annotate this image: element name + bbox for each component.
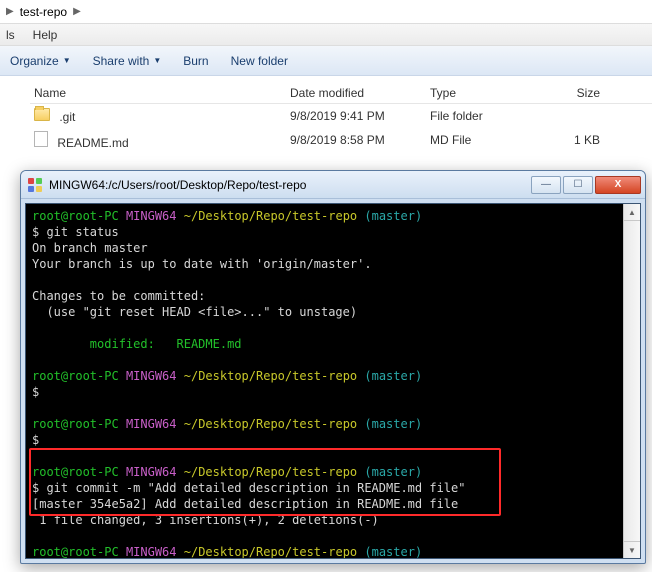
window-buttons: — ☐ X: [531, 176, 641, 194]
column-headers[interactable]: Name Date modified Type Size: [30, 82, 652, 104]
chevron-down-icon: ▼: [153, 56, 161, 65]
terminal-output[interactable]: root@root-PC MINGW64 ~/Desktop/Repo/test…: [26, 204, 623, 558]
toolbar: Organize ▼ Share with ▼ Burn New folder: [0, 46, 652, 76]
col-type[interactable]: Type: [430, 86, 530, 100]
col-size[interactable]: Size: [530, 86, 610, 100]
file-list: Name Date modified Type Size .git 9/8/20…: [0, 76, 652, 152]
terminal-title: MINGW64:/c/Users/root/Desktop/Repo/test-…: [49, 178, 531, 192]
scroll-down-icon[interactable]: ▼: [624, 541, 640, 558]
terminal-scrollbar[interactable]: ▲ ▼: [623, 204, 640, 558]
toolbar-label: Organize: [10, 54, 59, 68]
close-button[interactable]: X: [595, 176, 641, 194]
toolbar-organize[interactable]: Organize ▼: [10, 54, 71, 68]
terminal-body[interactable]: root@root-PC MINGW64 ~/Desktop/Repo/test…: [25, 203, 641, 559]
menu-help[interactable]: Help: [33, 28, 58, 42]
maximize-button[interactable]: ☐: [563, 176, 593, 194]
table-row[interactable]: README.md 9/8/2019 8:58 PM MD File 1 KB: [30, 128, 652, 152]
toolbar-burn[interactable]: Burn: [183, 54, 208, 68]
folder-icon: [34, 108, 50, 121]
col-date[interactable]: Date modified: [290, 86, 430, 100]
minimize-button[interactable]: —: [531, 176, 561, 194]
toolbar-share[interactable]: Share with ▼: [93, 54, 162, 68]
file-name: README.md: [57, 136, 128, 150]
breadcrumb-current[interactable]: test-repo: [20, 5, 67, 19]
file-date: 9/8/2019 8:58 PM: [290, 133, 430, 147]
chevron-down-icon: ▼: [63, 56, 71, 65]
address-bar[interactable]: ▶ test-repo ▶: [0, 0, 652, 24]
col-name[interactable]: Name: [30, 86, 290, 100]
menu-item[interactable]: ls: [6, 28, 15, 42]
terminal-window: MINGW64:/c/Users/root/Desktop/Repo/test-…: [20, 170, 646, 564]
file-date: 9/8/2019 9:41 PM: [290, 109, 430, 123]
table-row[interactable]: .git 9/8/2019 9:41 PM File folder: [30, 104, 652, 128]
menu-bar: ls Help: [0, 24, 652, 46]
file-type: MD File: [430, 133, 530, 147]
mingw-icon: [27, 177, 43, 193]
scroll-up-icon[interactable]: ▲: [624, 204, 640, 221]
file-name: .git: [59, 110, 75, 124]
file-type: File folder: [430, 109, 530, 123]
toolbar-label: Share with: [93, 54, 150, 68]
breadcrumb-arrow-icon: ▶: [6, 6, 14, 17]
toolbar-new-folder[interactable]: New folder: [231, 54, 288, 68]
breadcrumb-arrow-icon: ▶: [73, 6, 81, 17]
file-size: 1 KB: [530, 133, 610, 147]
file-icon: [34, 131, 48, 147]
terminal-titlebar[interactable]: MINGW64:/c/Users/root/Desktop/Repo/test-…: [21, 171, 645, 199]
